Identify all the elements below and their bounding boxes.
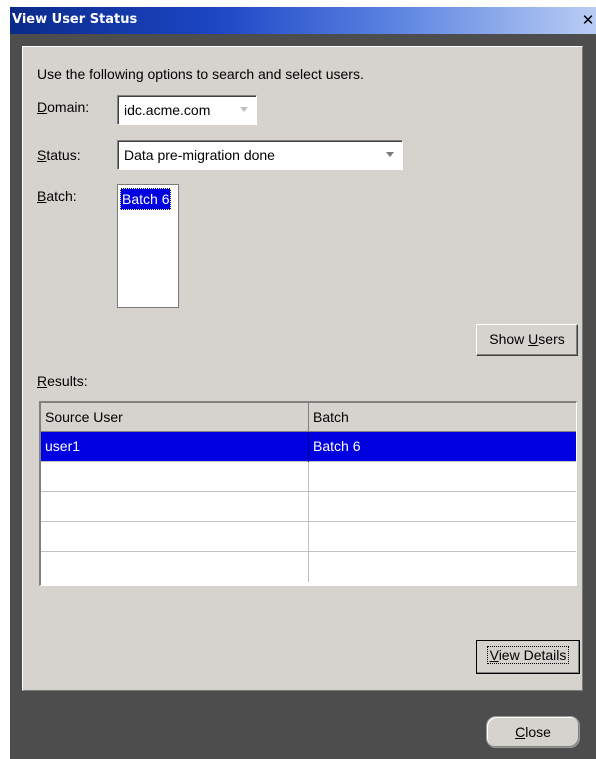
table-cell-batch: Batch 6 xyxy=(313,438,361,454)
domain-select[interactable]: idc.acme.com xyxy=(117,95,257,125)
table-row[interactable] xyxy=(41,492,576,522)
close-icon[interactable]: ✕ xyxy=(580,10,596,30)
table-cell-source-user xyxy=(41,552,309,582)
instructions-text: Use the following options to search and … xyxy=(37,66,364,82)
table-cell-batch xyxy=(309,522,577,552)
table-cell-batch xyxy=(309,492,577,522)
table-row[interactable] xyxy=(41,462,576,492)
status-select[interactable]: Data pre-migration done xyxy=(117,140,403,170)
table-cell-source-user xyxy=(41,462,309,492)
chevron-down-icon xyxy=(240,107,248,112)
table-cell-batch xyxy=(309,462,577,492)
results-table[interactable]: Source User Batch user1 Batch 6 xyxy=(39,401,577,586)
domain-label: Domain: xyxy=(37,99,90,115)
table-row[interactable] xyxy=(41,522,576,552)
table-cell-source-user xyxy=(41,492,309,522)
close-button[interactable]: Close xyxy=(486,716,580,748)
domain-value: idc.acme.com xyxy=(124,102,211,118)
batch-listbox[interactable]: Batch 6 xyxy=(117,184,179,308)
results-label: Results: xyxy=(37,373,88,389)
table-cell-source-user: user1 xyxy=(41,432,309,462)
window-title: View User Status xyxy=(12,12,138,27)
table-cell-batch xyxy=(309,552,577,582)
table-row[interactable] xyxy=(41,552,576,582)
view-user-status-window: View User Status ✕ Use the following opt… xyxy=(0,0,596,759)
status-value: Data pre-migration done xyxy=(124,147,275,163)
show-users-button[interactable]: Show Users xyxy=(476,324,578,356)
table-cell-source-user xyxy=(41,522,309,552)
status-label: Status: xyxy=(37,147,81,163)
column-header-source-user[interactable]: Source User xyxy=(41,403,309,431)
table-row[interactable]: user1 Batch 6 xyxy=(41,432,576,462)
column-header-batch[interactable]: Batch xyxy=(309,403,577,431)
title-bar[interactable]: View User Status ✕ xyxy=(10,7,596,34)
batch-label: Batch: xyxy=(37,188,77,204)
view-details-button[interactable]: View Details xyxy=(476,640,580,674)
chevron-down-icon xyxy=(386,152,394,157)
batch-list-item[interactable]: Batch 6 xyxy=(120,188,172,210)
table-header: Source User Batch xyxy=(41,403,576,432)
